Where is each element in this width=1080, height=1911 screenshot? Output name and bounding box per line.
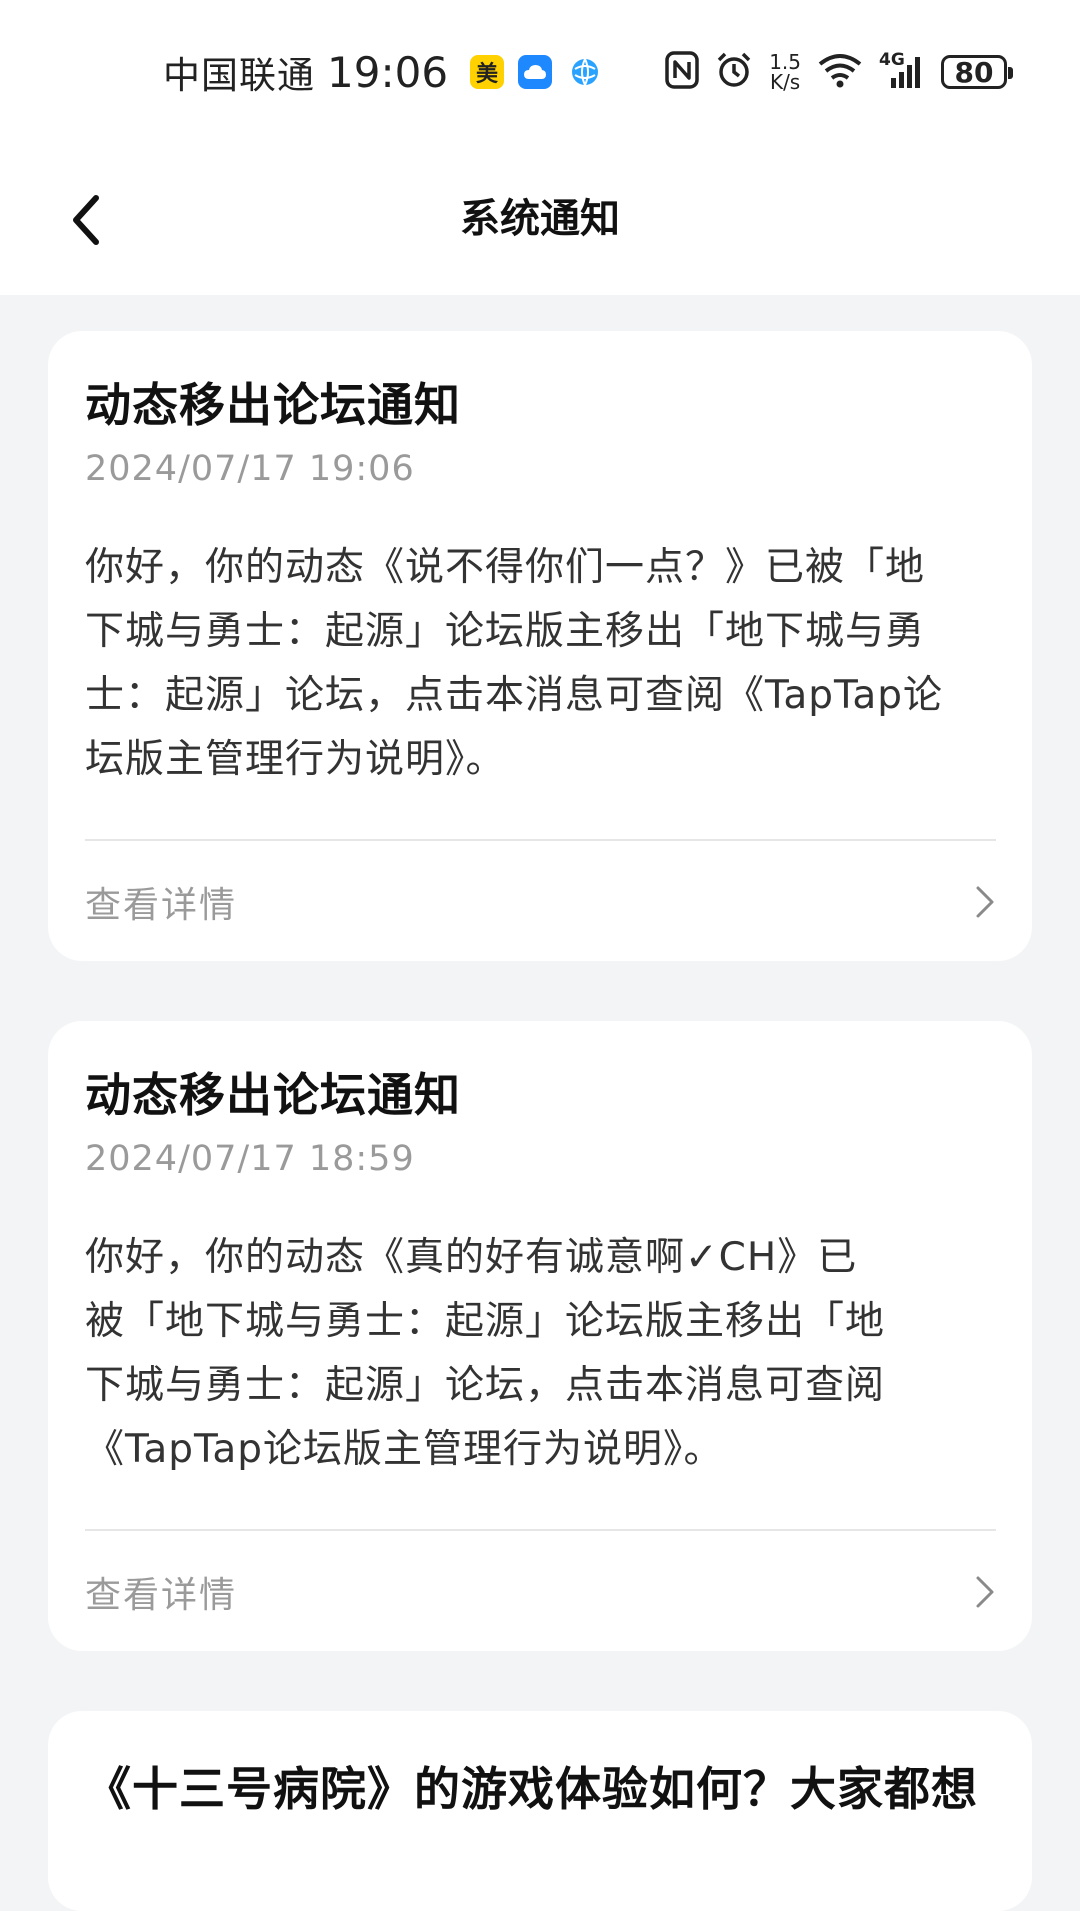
status-bar: 中国联通 19:06 美 1.5 K/s 4G 80: [0, 0, 1080, 150]
nfc-icon: [665, 51, 699, 93]
notification-body: 你好，你的动态《说不得你们一点？》已被「地 下城与勇士：起源」论坛版主移出「地下…: [85, 536, 975, 792]
view-details-label: 查看详情: [85, 885, 238, 926]
cloud-app-icon: [518, 55, 553, 89]
notification-title: 动态移出论坛通知: [85, 1068, 461, 1122]
net-speed-unit: K/s: [769, 70, 801, 94]
battery-icon: 80: [941, 55, 1013, 89]
notification-card[interactable]: 动态移出论坛通知 2024/07/17 18:59 你好，你的动态《真的好有诚意…: [48, 1021, 1032, 1651]
signal-icon: 4G: [879, 50, 925, 90]
carrier-label: 中国联通: [163, 54, 315, 97]
body-line: 下城与勇士：起源」论坛版主移出「地下城与勇: [85, 609, 926, 654]
status-right: 1.5 K/s 4G 80: [665, 46, 1013, 98]
browser-app-icon: [570, 57, 600, 87]
notification-card[interactable]: 动态移出论坛通知 2024/07/17 19:06 你好，你的动态《说不得你们一…: [48, 331, 1032, 961]
top-app-bar: 系统通知: [0, 150, 1080, 295]
notification-date: 2024/07/17 19:06: [85, 449, 415, 489]
battery-level: 80: [954, 55, 994, 89]
notification-card[interactable]: 《十三号病院》的游戏体验如何？大家都想: [48, 1711, 1032, 1911]
view-details-row[interactable]: 查看详情: [85, 867, 996, 937]
network-speed: 1.5 K/s: [769, 52, 801, 92]
chevron-right-icon: [976, 886, 994, 918]
meituan-app-icon: 美: [470, 55, 505, 89]
notification-title: 动态移出论坛通知: [85, 378, 461, 432]
body-line: 被「地下城与勇士：起源」论坛版主移出「地: [85, 1299, 886, 1344]
view-details-label: 查看详情: [85, 1575, 238, 1616]
body-line: 坛版主管理行为说明》。: [85, 737, 506, 782]
notification-title: 《十三号病院》的游戏体验如何？大家都想: [85, 1762, 978, 1816]
net-speed-value: 1.5: [769, 50, 801, 74]
card-divider: [85, 839, 996, 841]
body-line: 《TapTap论坛版主管理行为说明》。: [85, 1427, 724, 1472]
status-left: 中国联通 19:06 美: [163, 46, 600, 98]
network-type-label: 4G: [879, 50, 905, 70]
card-divider: [85, 1529, 996, 1531]
page-title: 系统通知: [460, 196, 620, 242]
wifi-icon: [817, 52, 863, 92]
clock: 19:06: [327, 47, 449, 97]
view-details-row[interactable]: 查看详情: [85, 1557, 996, 1627]
notification-date: 2024/07/17 18:59: [85, 1139, 415, 1179]
body-line: 你好，你的动态《真的好有诚意啊✓CH》已: [85, 1235, 858, 1280]
alarm-icon: [715, 51, 753, 93]
body-line: 士：起源」论坛，点击本消息可查阅《TapTap论: [85, 673, 944, 718]
chevron-right-icon: [976, 1576, 994, 1608]
body-line: 下城与勇士：起源」论坛，点击本消息可查阅: [85, 1363, 886, 1408]
body-line: 你好，你的动态《说不得你们一点？》已被「地: [85, 545, 926, 590]
notification-body: 你好，你的动态《真的好有诚意啊✓CH》已 被「地下城与勇士：起源」论坛版主移出「…: [85, 1226, 975, 1482]
